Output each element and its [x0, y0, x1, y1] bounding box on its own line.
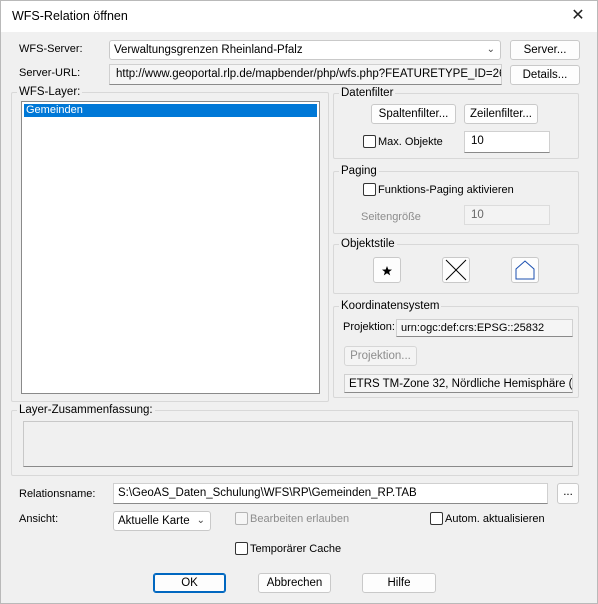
autom-aktualisieren-checkbox[interactable] [430, 512, 443, 525]
ansicht-label: Ansicht: [19, 513, 59, 525]
ok-button[interactable]: OK [153, 573, 226, 593]
layer-group-title: WFS-Layer: [17, 86, 83, 98]
chevron-down-icon: ⌄ [196, 515, 205, 526]
projektion-button[interactable]: Projektion... [344, 346, 417, 366]
star-icon [382, 266, 392, 276]
cancel-button[interactable]: Abbrechen [258, 573, 331, 593]
koordinaten-title: Koordinatensystem [339, 300, 442, 312]
seitengroesse-label: Seitengröße [361, 211, 421, 223]
projektion-field[interactable]: urn:ogc:def:crs:EPSG::25832 [396, 319, 573, 337]
ansicht-select-value: Aktuelle Karte [118, 515, 190, 527]
server-button[interactable]: Server... [510, 40, 580, 60]
title-bar: WFS-Relation öffnen ✕ [1, 1, 597, 32]
point-style-button[interactable] [373, 257, 401, 283]
bearbeiten-label: Bearbeiten erlauben [250, 513, 350, 525]
spaltenfilter-button[interactable]: Spaltenfilter... [371, 104, 456, 124]
server-select[interactable]: Verwaltungsgrenzen Rheinland-Pfalz ⌄ [109, 40, 501, 60]
paging-title: Paging [339, 165, 379, 177]
layer-list-item-selected[interactable]: Gemeinden [24, 104, 317, 117]
chevron-down-icon: ⌄ [486, 44, 495, 55]
max-objekte-input[interactable]: 10 [464, 131, 550, 153]
objektstile-title: Objektstile [339, 238, 397, 250]
temporaerer-cache-checkbox[interactable] [235, 542, 248, 555]
close-icon[interactable]: ✕ [563, 2, 593, 30]
help-button[interactable]: Hilfe [362, 573, 436, 593]
server-select-value: Verwaltungsgrenzen Rheinland-Pfalz [114, 44, 303, 56]
cross-line-icon [445, 259, 467, 281]
projektion-label: Projektion: [343, 321, 395, 333]
ansicht-select[interactable]: Aktuelle Karte ⌄ [113, 511, 211, 531]
polygon-icon [515, 260, 535, 280]
server-url-field[interactable]: http://www.geoportal.rlp.de/mapbender/ph… [109, 64, 502, 85]
funktions-paging-label: Funktions-Paging aktivieren [378, 184, 514, 196]
autom-aktualisieren-label: Autom. aktualisieren [445, 513, 545, 525]
summary-text-area[interactable] [23, 421, 573, 467]
window-title: WFS-Relation öffnen [12, 9, 128, 23]
browse-button[interactable]: ... [557, 483, 579, 504]
relationsname-label: Relationsname: [19, 488, 96, 500]
relationsname-input[interactable]: S:\GeoAS_Daten_Schulung\WFS\RP\Gemeinden… [113, 483, 548, 504]
datenfilter-title: Datenfilter [339, 87, 396, 99]
layer-listbox[interactable]: Gemeinden [21, 101, 320, 394]
zeilenfilter-button[interactable]: Zeilenfilter... [464, 104, 538, 124]
details-button[interactable]: Details... [510, 65, 580, 85]
max-objekte-checkbox[interactable] [363, 135, 376, 148]
line-style-button[interactable] [442, 257, 470, 283]
temporaerer-cache-label: Temporärer Cache [250, 543, 342, 555]
funktions-paging-checkbox[interactable] [363, 183, 376, 196]
server-label: WFS-Server: [19, 43, 83, 55]
dialog-window: WFS-Relation öffnen ✕ WFS-Server: Verwal… [0, 0, 598, 604]
projektion-description-field[interactable]: ETRS TM-Zone 32, Nördliche Hemisphäre (E… [344, 374, 573, 393]
max-objekte-label: Max. Objekte [378, 136, 443, 148]
summary-title: Layer-Zusammenfassung: [17, 404, 155, 416]
area-style-button[interactable] [511, 257, 539, 283]
url-label: Server-URL: [19, 67, 81, 79]
bearbeiten-checkbox[interactable] [235, 512, 248, 525]
seitengroesse-input[interactable]: 10 [464, 205, 550, 225]
